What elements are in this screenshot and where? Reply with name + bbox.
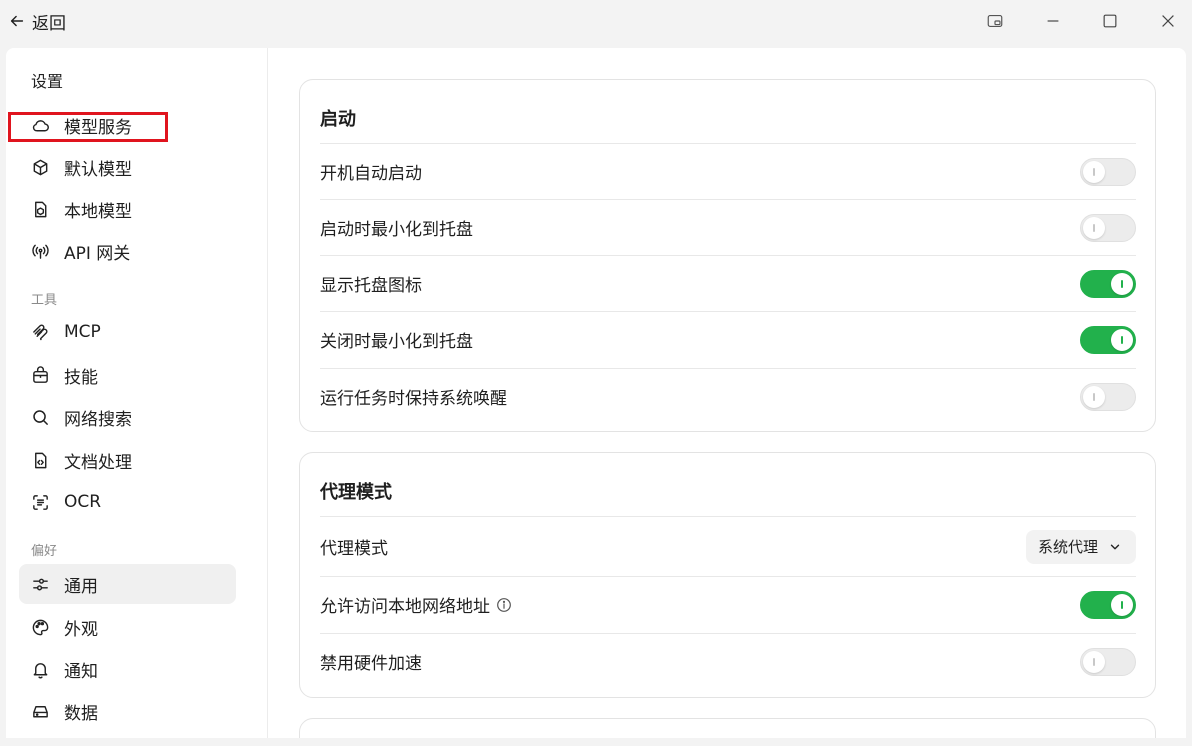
- setting-row: 关闭时最小化到托盘: [320, 311, 1136, 367]
- sidebar-section-tools: 工具: [31, 293, 58, 308]
- sidebar-item-document-processing[interactable]: 文档处理: [19, 440, 236, 480]
- picture-in-picture-button[interactable]: [975, 6, 1015, 36]
- sidebar-item-label: 外观: [64, 619, 98, 640]
- proxy-title: 代理模式: [320, 482, 392, 503]
- sidebar-item-label: 本地模型: [64, 201, 132, 222]
- maximize-icon: [1103, 14, 1117, 28]
- back-button[interactable]: 返回: [8, 8, 66, 34]
- setting-row: 显示托盘图标: [320, 255, 1136, 311]
- minimize-button[interactable]: [1033, 6, 1073, 36]
- sidebar-item-skills[interactable]: 技能: [19, 355, 236, 395]
- close-button[interactable]: [1148, 6, 1188, 36]
- auto-start-toggle[interactable]: [1080, 157, 1136, 186]
- document-icon: [35, 452, 47, 468]
- sidebar-item-notifications[interactable]: 通知: [19, 649, 236, 689]
- startup-card: 启动 开机自动启动 启动时最小化到托盘 显示托盘图标 关闭时最小化到托盘 运行任…: [299, 79, 1156, 432]
- picture-in-picture-icon: [987, 15, 1003, 27]
- setting-row: 启动时最小化到托盘: [320, 199, 1136, 255]
- allow-local-network-toggle[interactable]: [1080, 590, 1136, 619]
- proxy-mode-value: 系统代理: [1037, 538, 1098, 556]
- cloud-icon: [32, 119, 49, 131]
- bell-icon: [33, 662, 48, 678]
- mcp-icon: [33, 324, 48, 340]
- startup-title: 启动: [320, 109, 356, 130]
- sidebar: 设置 模型服务 默认模型 本地模型 API 网关 工具 MCP 技能 网络搜索 …: [6, 48, 268, 738]
- sidebar-item-label: 模型服务: [64, 117, 132, 138]
- info-icon[interactable]: [496, 597, 512, 613]
- cube-icon: [33, 159, 48, 175]
- antenna-icon: [32, 244, 49, 259]
- search-icon: [33, 409, 48, 425]
- sidebar-item-label: 通知: [64, 661, 98, 682]
- close-icon: [1162, 15, 1174, 27]
- sidebar-item-label: 通用: [64, 576, 98, 597]
- title-bar: 返回: [0, 0, 1192, 44]
- sidebar-item-label: 技能: [64, 367, 98, 388]
- disable-hardware-acceleration-toggle[interactable]: [1080, 647, 1136, 676]
- sidebar-item-label: 网络搜索: [64, 409, 132, 430]
- setting-label: 开机自动启动: [320, 164, 422, 184]
- scan-text-icon: [33, 494, 48, 510]
- proxy-mode-select[interactable]: 系统代理: [1025, 529, 1136, 564]
- sidebar-item-label: 默认模型: [64, 159, 132, 180]
- setting-row: 允许访问本地网络地址: [320, 576, 1136, 632]
- maximize-button[interactable]: [1090, 6, 1130, 36]
- keep-awake-toggle[interactable]: [1080, 382, 1136, 411]
- drive-icon: [33, 705, 48, 717]
- sidebar-item-api-gateway[interactable]: API 网关: [19, 231, 236, 271]
- sidebar-item-label: API 网关: [64, 243, 131, 264]
- proxy-card: 代理模式 代理模式 系统代理 允许访问本地网络地址 禁用硬件加速: [299, 452, 1156, 698]
- setting-row: 禁用硬件加速: [320, 633, 1136, 689]
- sidebar-item-appearance[interactable]: 外观: [19, 607, 236, 647]
- sidebar-item-default-model[interactable]: 默认模型: [19, 147, 236, 187]
- setting-label: 运行任务时保持系统唤醒: [320, 389, 507, 409]
- settings-content: 启动 开机自动启动 启动时最小化到托盘 显示托盘图标 关闭时最小化到托盘 运行任…: [269, 48, 1186, 738]
- sidebar-item-label: MCP: [64, 322, 101, 342]
- close-to-tray-toggle[interactable]: [1080, 325, 1136, 354]
- sliders-icon: [33, 578, 48, 590]
- sidebar-item-label: 数据: [64, 703, 98, 724]
- next-settings-card: [299, 718, 1156, 738]
- sidebar-item-model-service[interactable]: 模型服务: [19, 105, 236, 145]
- show-tray-icon-toggle[interactable]: [1080, 269, 1136, 298]
- setting-label: 关闭时最小化到托盘: [320, 332, 473, 352]
- setting-label: 显示托盘图标: [320, 276, 422, 296]
- start-minimized-toggle[interactable]: [1080, 213, 1136, 242]
- sidebar-item-label: 文档处理: [64, 452, 132, 473]
- setting-label: 代理模式: [320, 539, 388, 559]
- minimize-icon: [1047, 20, 1059, 22]
- arrow-left-icon: [10, 15, 24, 27]
- setting-label: 禁用硬件加速: [320, 654, 422, 674]
- setting-row: 运行任务时保持系统唤醒: [320, 368, 1136, 424]
- back-label: 返回: [32, 13, 66, 34]
- sidebar-item-general[interactable]: 通用: [19, 564, 236, 604]
- setting-label: 允许访问本地网络地址: [320, 597, 490, 617]
- sidebar-item-label: OCR: [64, 492, 102, 512]
- sidebar-item-local-model[interactable]: 本地模型: [19, 189, 236, 229]
- skills-icon: [33, 365, 48, 383]
- setting-label: 启动时最小化到托盘: [320, 220, 473, 240]
- sidebar-title: 设置: [31, 72, 64, 91]
- local-model-icon: [35, 201, 47, 217]
- sidebar-item-data[interactable]: 数据: [19, 691, 236, 731]
- setting-row: 代理模式 系统代理: [320, 516, 1136, 576]
- palette-icon: [32, 619, 49, 635]
- sidebar-item-mcp[interactable]: MCP: [19, 312, 236, 352]
- settings-panel: 设置 模型服务 默认模型 本地模型 API 网关 工具 MCP 技能 网络搜索 …: [6, 48, 1186, 738]
- sidebar-section-preferences: 偏好: [31, 544, 58, 559]
- chevron-down-icon: [1110, 544, 1120, 549]
- setting-label-with-info: 允许访问本地网络地址: [320, 592, 512, 617]
- sidebar-item-web-search[interactable]: 网络搜索: [19, 397, 236, 437]
- setting-row: 开机自动启动: [320, 143, 1136, 199]
- sidebar-item-ocr[interactable]: OCR: [19, 482, 236, 522]
